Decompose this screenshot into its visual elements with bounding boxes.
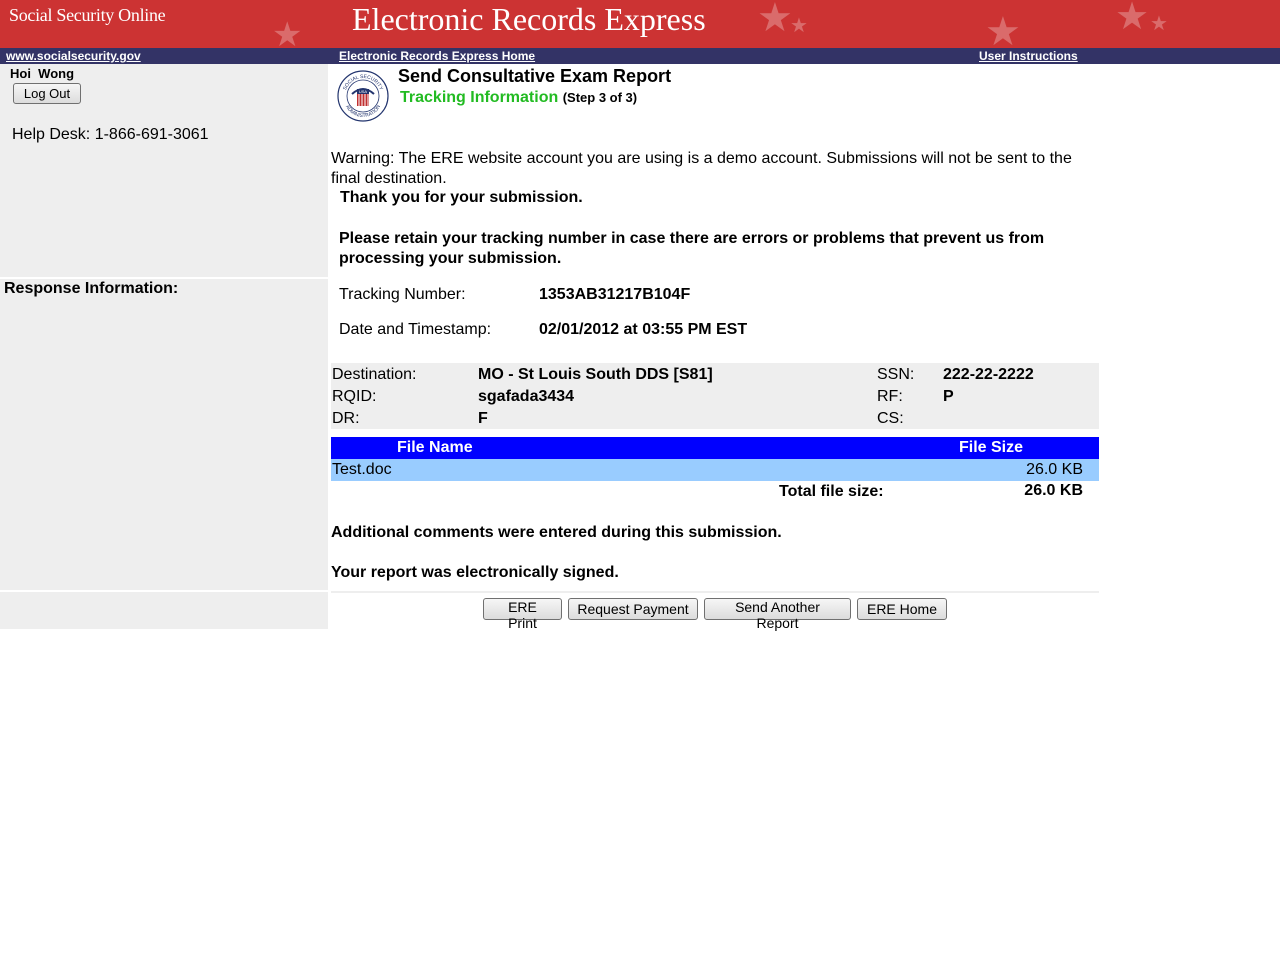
retain-tracking-note: Please retain your tracking number in ca… (339, 230, 1045, 267)
star-icon: ★ (272, 16, 303, 48)
comments-note: Additional comments were entered during … (331, 524, 782, 541)
star-icon: ★ (1115, 0, 1150, 38)
logout-button[interactable]: Log Out (13, 83, 81, 104)
thank-you-message: Thank you for your submission. (340, 189, 583, 206)
destination-value: MO - St Louis South DDS [S81] (478, 366, 713, 383)
file-size-column-header: File Size (959, 439, 1024, 456)
step-indicator: (Step 3 of 3) (562, 90, 638, 105)
cs-label: CS: (877, 410, 904, 427)
file-table-header: File Name File Size (331, 437, 1099, 459)
nav-bar: www.socialsecurity.gov Electronic Record… (0, 48, 1280, 64)
user-panel: Hoi Wong Log Out Help Desk: 1-866-691-30… (0, 64, 328, 277)
ere-print-button[interactable]: ERE Print (483, 598, 562, 631)
destination-label: Destination: (332, 366, 417, 383)
star-icon: ★ (790, 15, 808, 37)
file-name-column-header: File Name (397, 439, 473, 456)
file-size-cell: 26.0 KB (1026, 461, 1083, 478)
ere-home-button[interactable]: ERE Home (857, 598, 947, 620)
svg-text:USA: USA (359, 89, 368, 94)
user-instructions-link[interactable]: User Instructions (979, 49, 1078, 63)
step-title: Tracking Information (Step 3 of 3) (400, 89, 637, 107)
divider (331, 591, 1099, 593)
file-name-cell: Test.doc (332, 461, 392, 478)
tracking-number-label: Tracking Number: (339, 286, 466, 303)
timestamp-value: 02/01/2012 at 03:55 PM EST (539, 321, 748, 338)
rqid-value: sgafada3434 (478, 388, 575, 405)
dr-value: F (478, 410, 488, 427)
signed-note: Your report was electronically signed. (331, 564, 619, 581)
star-icon: ★ (985, 10, 1021, 48)
table-row: Test.doc 26.0 KB (331, 459, 1099, 481)
ere-home-link[interactable]: Electronic Records Express Home (339, 49, 535, 63)
star-icon: ★ (1150, 13, 1168, 35)
sidebar-footer (0, 592, 328, 629)
response-information-label: Response Information: (4, 280, 179, 297)
star-icon: ★ (757, 0, 793, 40)
response-panel: Response Information: (0, 279, 328, 590)
socialsecurity-gov-link[interactable]: www.socialsecurity.gov (6, 49, 141, 63)
ssn-value: 222-22-2222 (943, 366, 1034, 383)
total-file-size-label: Total file size: (779, 483, 884, 500)
timestamp-label: Date and Timestamp: (339, 321, 492, 338)
user-name: Hoi Wong (10, 66, 75, 81)
total-file-size-value: 26.0 KB (1024, 482, 1083, 499)
submission-details: Destination: MO - St Louis South DDS [S8… (331, 363, 1099, 429)
rf-label: RF: (877, 388, 903, 405)
tracking-number-value: 1353AB31217B104F (539, 286, 691, 303)
header-banner: ★ ★ ★ ★ ★ ★ Social Security Online Elect… (0, 0, 1280, 48)
page-title: Send Consultative Exam Report (398, 66, 672, 86)
send-another-report-button[interactable]: Send Another Report (704, 598, 851, 631)
ssa-seal-icon: SOCIAL SECURITY ADMINISTRATION USA (337, 70, 389, 122)
rqid-label: RQID: (332, 388, 377, 405)
demo-warning: Warning: The ERE website account you are… (331, 150, 1072, 187)
step-title-text: Tracking Information (400, 89, 559, 106)
site-name: Social Security Online (9, 5, 166, 25)
request-payment-button[interactable]: Request Payment (568, 598, 698, 620)
dr-label: DR: (332, 410, 360, 427)
ssn-label: SSN: (877, 366, 915, 383)
app-title: Electronic Records Express (352, 1, 706, 37)
rf-value: P (943, 388, 954, 405)
helpdesk-phone: Help Desk: 1-866-691-3061 (12, 126, 209, 143)
